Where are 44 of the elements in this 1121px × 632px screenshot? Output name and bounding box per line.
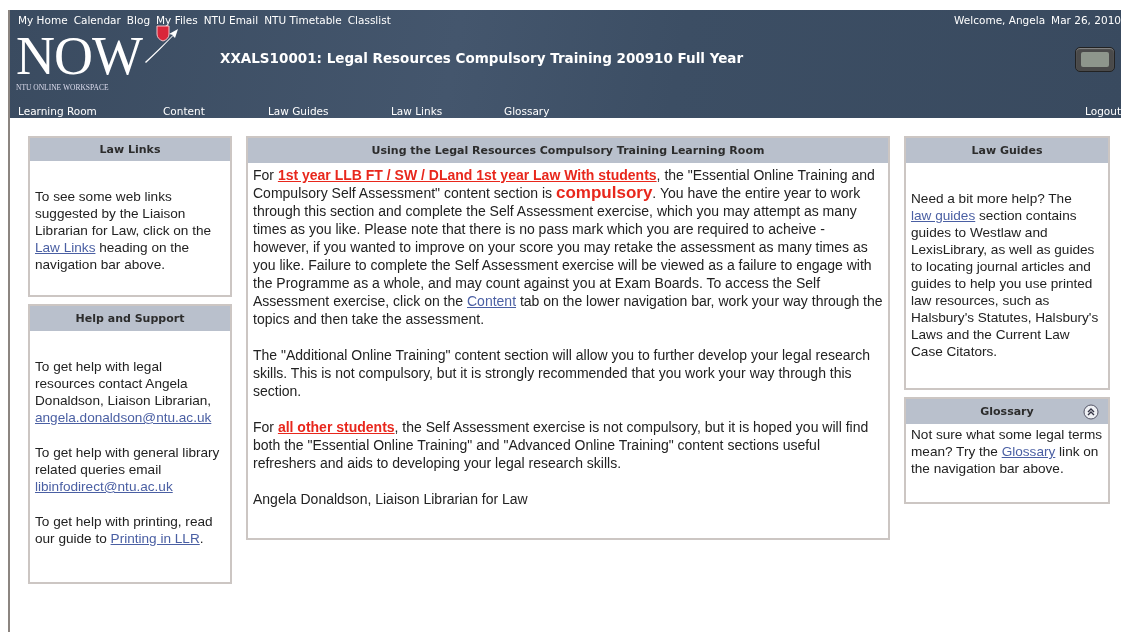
paragraph: Angela Donaldson, Liaison Librarian for Law xyxy=(253,490,529,508)
header-button[interactable] xyxy=(1075,46,1115,72)
nav-link[interactable]: Learning Room xyxy=(18,105,163,117)
paragraph: To get help with general library related queries email libinfodirect@ntu.ac.uk xyxy=(35,444,221,495)
collapse-icon[interactable] xyxy=(1083,404,1099,420)
top-link[interactable]: Calendar xyxy=(73,14,121,26)
date-text: Mar 26, 2010 xyxy=(1051,14,1121,26)
panel-title: Using the Legal Resources Compulsory Training Learning Room xyxy=(371,144,765,157)
top-link[interactable]: Blog xyxy=(126,14,151,26)
link[interactable]: all other students xyxy=(277,419,395,435)
logout-link[interactable]: Logout xyxy=(1085,105,1121,117)
paragraph: To get help with printing, read our guide to Printing in LLR. xyxy=(35,513,214,547)
nav-link[interactable]: Law Guides xyxy=(268,105,391,117)
link[interactable]: Printing in LLR xyxy=(110,531,200,546)
paragraph: Not sure what some legal terms mean? Try the Glossary link on the navigation bar above. xyxy=(911,426,1103,477)
link[interactable]: angela.donaldson@ntu.ac.uk xyxy=(35,410,212,425)
link[interactable]: Glossary xyxy=(1001,444,1056,459)
welcome-text: Welcome, Angela xyxy=(954,14,1046,26)
top-link[interactable]: My Home xyxy=(18,14,68,26)
shield-icon xyxy=(156,24,170,42)
panel-title: Law Links xyxy=(99,143,161,156)
paragraph: To see some web links suggested by the Liaison Librarian for Law, click on the Law Links heading on the navigation bar above. xyxy=(35,188,213,273)
logo-text: NOW xyxy=(16,30,142,81)
paragraph: For 1st year LLB FT / SW / DLand 1st year Law With students, the "Essential Online Training and Compulsory Self Assessment" content section is compulsory. You have the entire year to work through this section and complete the Self Assessment exercise, which you may attempt as many times as you like. Please note that there is no pass mark which you are required to acheive - however, if you wanted to improve on your score you may retake the assessment as many times as you like. Failure to complete the Self Assessment exercise will be viewed as a failure to engage with the Programme as a whole, and may count against you at Exam Boards. To access the Self Assessment exercise, click on the Content tab on the lower navigation bar, work your way through the topics and then take the assessment. xyxy=(253,166,883,328)
panel-title: Glossary xyxy=(980,405,1034,418)
paragraph: The "Additional Online Training" content section will allow you to further develop your legal research skills. This is not compulsory, but it is strongly recommended that you work your way through this section. xyxy=(253,346,871,400)
link[interactable]: law guides xyxy=(911,208,976,223)
link[interactable]: Law Links xyxy=(35,240,96,255)
top-link[interactable]: Classlist xyxy=(347,14,391,26)
paragraph: For all other students, the Self Assessment exercise is not compulsory, but it is hoped you will find both the "Essential Online Training" and "Advanced Online Training" content sections useful refreshers and aids to developing your legal research skills. xyxy=(253,418,870,472)
paragraph: Need a bit more help? The law guides section contains guides to Westlaw and LexisLibrary, as well as guides to locating journal articles and guides to help you use printed law resources, such as Halsbury's Statutes, Halsbury's Laws and the Current Law Case Citators. xyxy=(911,190,1100,360)
top-link[interactable]: My Files xyxy=(156,14,198,26)
link[interactable]: libinfodirect@ntu.ac.uk xyxy=(35,479,173,494)
nav-link[interactable]: Content xyxy=(163,105,268,117)
paragraph: To get help with legal resources contact Angela Donaldson, Liaison Librarian, angela.donaldson@ntu.ac.uk xyxy=(35,358,213,426)
panel-title: Help and Support xyxy=(75,312,185,325)
course-title: XXALS10001: Legal Resources Compulsory Training 200910 Full Year xyxy=(220,50,745,66)
link[interactable]: 1st year LLB FT / SW / DLand 1st year Law With students xyxy=(277,167,657,183)
nav-link[interactable]: Law Links xyxy=(391,105,504,117)
nav-link[interactable]: Glossary xyxy=(504,105,550,117)
top-link[interactable]: NTU Email xyxy=(203,14,259,26)
panel-title: Law Guides xyxy=(971,144,1043,157)
link[interactable]: Content xyxy=(467,293,517,309)
top-link[interactable]: NTU Timetable xyxy=(264,14,342,26)
